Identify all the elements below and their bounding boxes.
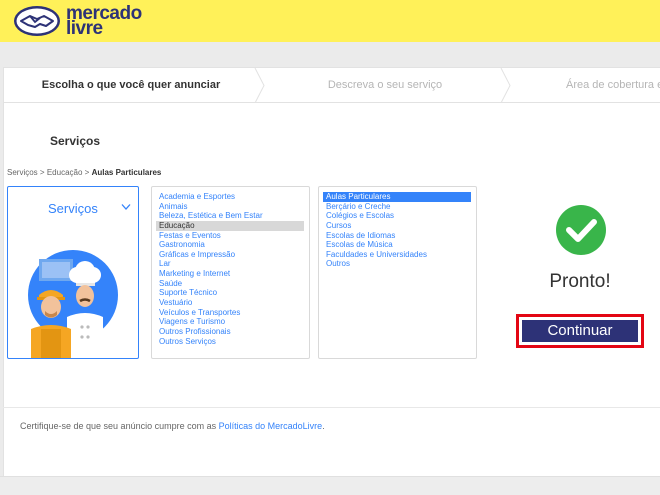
list-item[interactable]: Cursos <box>319 221 476 231</box>
logo-wordmark: mercado livre <box>66 4 142 38</box>
list-item[interactable]: Gráficas e Impressão <box>152 250 309 260</box>
category-title: Serviços <box>48 201 98 216</box>
breadcrumb-separator: > <box>39 168 45 177</box>
policy-notice: Certifique-se de que seu anúncio cumpre … <box>20 421 325 431</box>
list-item[interactable]: Outros Serviços <box>152 337 309 347</box>
continue-button[interactable]: Continuar <box>522 320 638 342</box>
chevron-down-icon <box>121 204 131 210</box>
breadcrumb-item-educacao[interactable]: Educação <box>47 168 83 177</box>
page-bottom-band <box>0 476 660 495</box>
subcategory-list: Aulas Particulares Berçário e Creche Col… <box>318 186 477 359</box>
list-item[interactable]: Escolas de Música <box>319 240 476 250</box>
ready-label: Pronto! <box>549 271 611 292</box>
check-icon <box>566 219 597 242</box>
list-item[interactable]: Marketing e Internet <box>152 269 309 279</box>
progress-steps: Escolha o que você quer anunciar Descrev… <box>4 68 660 103</box>
breadcrumb-item-servicos[interactable]: Serviços <box>7 168 38 177</box>
list-item[interactable]: Beleza, Estética e Bem Estar <box>152 211 309 221</box>
divider <box>3 407 660 408</box>
policy-text: Certifique-se de que seu anúncio cumpre … <box>20 421 217 431</box>
site-header: mercado livre <box>0 0 660 42</box>
list-item[interactable]: Academia e Esportes <box>152 192 309 202</box>
breadcrumb: Serviços > Educação > Aulas Particulares <box>7 168 161 177</box>
list-item[interactable]: Saúde <box>152 279 309 289</box>
step-coverage[interactable]: Área de cobertura e <box>566 68 660 102</box>
policy-suffix: . <box>322 421 325 431</box>
category-list: Academia e Esportes Animais Beleza, Esté… <box>151 186 310 359</box>
list-item[interactable]: Colégios e Escolas <box>319 211 476 221</box>
list-item[interactable]: Suporte Técnico <box>152 288 309 298</box>
highlight-outline: Continuar <box>516 314 644 348</box>
list-item[interactable]: Gastronomia <box>152 240 309 250</box>
list-item[interactable]: Lar <box>152 259 309 269</box>
mercadolivre-logo[interactable]: mercado livre <box>13 4 142 38</box>
list-item-selected[interactable]: Educação <box>156 220 304 231</box>
step-separator-icon <box>254 68 265 103</box>
handshake-logo-icon <box>14 6 60 36</box>
list-item[interactable]: Outros <box>319 259 476 269</box>
step-describe[interactable]: Descreva o seu serviço <box>266 68 504 102</box>
step-choose[interactable]: Escolha o que você quer anunciar <box>4 68 258 102</box>
policy-link[interactable]: Políticas do MercadoLivre <box>219 421 323 431</box>
list-item[interactable]: Vestuário <box>152 298 309 308</box>
list-item[interactable]: Veículos e Transportes <box>152 308 309 318</box>
list-item[interactable]: Animais <box>152 202 309 212</box>
step-separator-icon <box>500 68 511 103</box>
workers-illustration-icon <box>28 250 118 358</box>
list-item-selected[interactable]: Aulas Particulares <box>323 192 471 202</box>
list-item[interactable]: Faculdades e Universidades <box>319 250 476 260</box>
breadcrumb-current: Aulas Particulares <box>91 168 162 177</box>
list-item[interactable]: Outros Profissionais <box>152 327 309 337</box>
breadcrumb-separator: > <box>84 168 90 177</box>
list-item[interactable]: Viagens e Turismo <box>152 317 309 327</box>
success-badge <box>556 205 606 255</box>
section-title: Serviços <box>50 134 101 148</box>
category-card-servicos[interactable]: Serviços <box>7 186 139 359</box>
list-item[interactable]: Escolas de Idiomas <box>319 231 476 241</box>
list-item[interactable]: Festas e Eventos <box>152 231 309 241</box>
list-item[interactable]: Berçário e Creche <box>319 202 476 212</box>
